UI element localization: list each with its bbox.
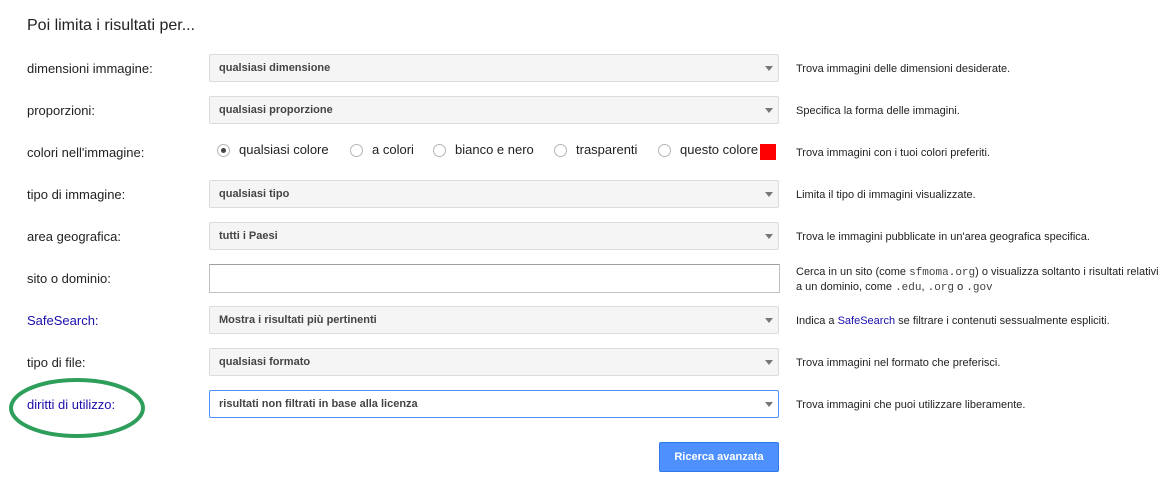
radio-dot-icon [221, 148, 226, 153]
site-input[interactable] [209, 264, 780, 293]
rights-row: diritti di utilizzo: risultati non filtr… [0, 390, 1172, 420]
region-select-value: tutti i Paesi [219, 230, 278, 242]
radio-button[interactable] [433, 144, 446, 157]
filetype-row: tipo di file: qualsiasi formato Trova im… [0, 348, 1172, 378]
safesearch-select-value: Mostra i risultati più pertinenti [219, 314, 377, 326]
radio-transparent-label: trasparenti [576, 142, 638, 157]
radio-button[interactable] [350, 144, 363, 157]
site-hint-text: a un dominio, come [796, 281, 892, 293]
site-row: sito o dominio: Cerca in un sito (come s… [0, 264, 1172, 294]
aspect-select-value: qualsiasi proporzione [219, 104, 333, 116]
site-hint-separator: , [921, 281, 925, 293]
safesearch-row: SafeSearch: Mostra i risultati più perti… [0, 306, 1172, 336]
radio-this-color-label: questo colore [680, 142, 759, 157]
safesearch-select[interactable]: Mostra i risultati più pertinenti [209, 306, 779, 334]
rights-link[interactable]: diritti di utilizzo: [27, 397, 115, 412]
rights-select-value: risultati non filtrati in base alla lice… [219, 398, 418, 410]
colors-hint: Trova immagini con i tuoi colori preferi… [796, 147, 990, 159]
chevron-down-icon [765, 234, 773, 239]
filetype-select[interactable]: qualsiasi formato [209, 348, 779, 376]
filetype-label: tipo di file: [27, 355, 86, 370]
colors-row: colori nell'immagine: qualsiasi colore a… [0, 138, 1172, 168]
radio-full-color-label: a colori [372, 142, 414, 157]
advanced-search-button[interactable]: Ricerca avanzata [659, 442, 779, 472]
safesearch-link[interactable]: SafeSearch: [27, 313, 99, 328]
filetype-select-value: qualsiasi formato [219, 356, 311, 368]
size-select[interactable]: qualsiasi dimensione [209, 54, 779, 82]
site-hint-text: o [957, 281, 964, 293]
radio-any-color-label: qualsiasi colore [239, 142, 329, 157]
site-hint-text: Cerca in un sito (come [796, 266, 907, 278]
radio-button-selected[interactable] [217, 144, 230, 157]
site-hint-example: sfmoma.org [909, 267, 976, 279]
region-label: area geografica: [27, 229, 121, 244]
radio-black-white-label: bianco e nero [455, 142, 534, 157]
chevron-down-icon [765, 402, 773, 407]
region-row: area geografica: tutti i Paesi Trova le … [0, 222, 1172, 252]
size-label: dimensioni immagine: [27, 61, 153, 76]
type-select[interactable]: qualsiasi tipo [209, 180, 779, 208]
chevron-down-icon [765, 108, 773, 113]
rights-hint: Trova immagini che puoi utilizzare liber… [796, 399, 1026, 411]
filetype-hint: Trova immagini nel formato che preferisc… [796, 357, 1001, 369]
chevron-down-icon [765, 192, 773, 197]
type-row: tipo di immagine: qualsiasi tipo Limita … [0, 180, 1172, 210]
site-hint: Cerca in un sito (come sfmoma.org) o vis… [796, 265, 1159, 295]
radio-button[interactable] [658, 144, 671, 157]
site-hint-line-1: Cerca in un sito (come sfmoma.org) o vis… [796, 265, 1159, 280]
site-hint-domain: .org [927, 282, 954, 294]
type-hint: Limita il tipo di immagini visualizzate. [796, 189, 976, 201]
safesearch-hint-text: Indica a [796, 315, 835, 327]
aspect-row: proporzioni: qualsiasi proporzione Speci… [0, 96, 1172, 126]
rights-select[interactable]: risultati non filtrati in base alla lice… [209, 390, 779, 418]
site-hint-domain: .edu [895, 282, 922, 294]
size-select-value: qualsiasi dimensione [219, 62, 331, 74]
size-hint: Trova immagini delle dimensioni desidera… [796, 63, 1011, 75]
chevron-down-icon [765, 360, 773, 365]
radio-button[interactable] [554, 144, 567, 157]
chevron-down-icon [765, 318, 773, 323]
site-hint-line-2: a un dominio, come .edu, .org o .gov [796, 280, 1159, 295]
size-row: dimensioni immagine: qualsiasi dimension… [0, 54, 1172, 84]
aspect-label: proporzioni: [27, 103, 95, 118]
aspect-hint: Specifica la forma delle immagini. [796, 105, 960, 117]
safesearch-hint: Indica a SafeSearch se filtrare i conten… [796, 315, 1110, 327]
aspect-select[interactable]: qualsiasi proporzione [209, 96, 779, 124]
site-label: sito o dominio: [27, 271, 111, 286]
chevron-down-icon [765, 66, 773, 71]
section-heading: Poi limita i risultati per... [27, 17, 196, 34]
region-hint: Trova le immagini pubblicate in un'area … [796, 231, 1090, 243]
colors-label: colori nell'immagine: [27, 145, 145, 160]
safesearch-hint-link[interactable]: SafeSearch [838, 315, 895, 327]
type-select-value: qualsiasi tipo [219, 188, 290, 200]
type-label: tipo di immagine: [27, 187, 126, 202]
region-select[interactable]: tutti i Paesi [209, 222, 779, 250]
site-hint-domain: .gov [966, 282, 993, 294]
color-swatch[interactable] [760, 144, 776, 160]
site-hint-text: ) o visualizza soltanto i risultati rela… [975, 266, 1159, 278]
colors-radio-group: qualsiasi colore a colori bianco e nero … [209, 138, 779, 168]
safesearch-hint-text: se filtrare i contenuti sessualmente esp… [898, 315, 1110, 327]
